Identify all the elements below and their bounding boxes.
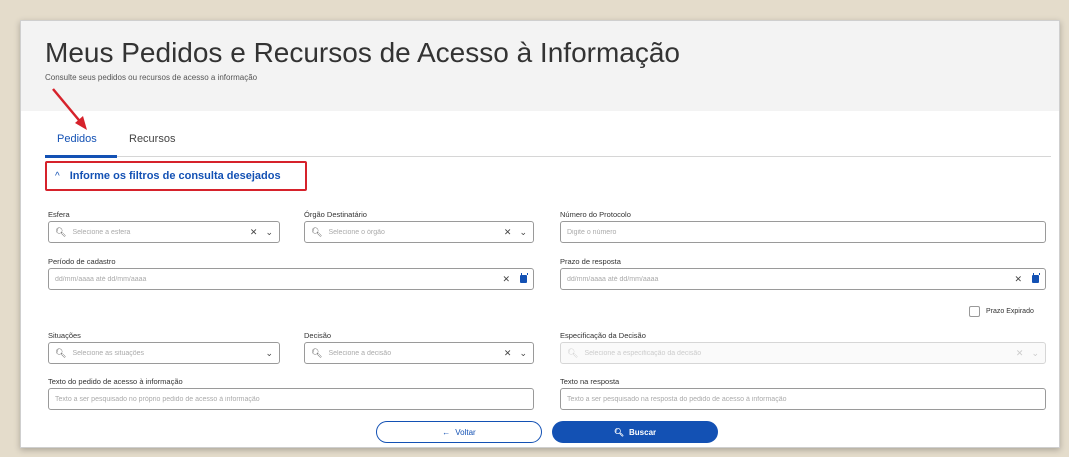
clear-icon[interactable]: ✕ <box>502 274 510 285</box>
active-tab-indicator <box>45 155 117 158</box>
situacoes-select[interactable]: 🔍︎ Selecione as situações ⌄ <box>48 342 280 364</box>
voltar-button-label: Voltar <box>455 427 476 437</box>
prazo-expirado-checkbox[interactable] <box>969 306 980 317</box>
chevron-down-icon: ⌄ <box>1031 347 1039 358</box>
chevron-down-icon[interactable]: ⌄ <box>519 227 527 238</box>
annotation-arrow-icon <box>52 88 87 130</box>
decisao-placeholder: Selecione a decisão <box>328 349 392 357</box>
search-icon: 🔍︎ <box>55 226 67 237</box>
calendar-icon[interactable] <box>1032 273 1040 283</box>
periodo-input[interactable]: dd/mm/aaaa até dd/mm/aaaa ✕ <box>48 268 534 290</box>
texto-pedido-input[interactable]: Texto a ser pesquisado no próprio pedido… <box>48 388 534 410</box>
situacoes-label: Situações <box>48 331 81 340</box>
chevron-down-icon[interactable]: ⌄ <box>265 227 273 238</box>
search-icon: 🔍︎ <box>613 427 625 437</box>
esfera-select[interactable]: 🔍︎ Selecione a esfera ✕ ⌄ <box>48 221 280 243</box>
texto-resposta-input[interactable]: Texto a ser pesquisado na resposta do pe… <box>560 388 1046 410</box>
periodo-label: Período de cadastro <box>48 257 116 266</box>
page-title: Meus Pedidos e Recursos de Acesso à Info… <box>45 37 681 68</box>
esfera-label: Esfera <box>48 210 70 219</box>
buscar-button-label: Buscar <box>629 427 657 437</box>
tab-pedidos[interactable]: Pedidos <box>57 133 97 145</box>
main-panel: Meus Pedidos e Recursos de Acesso à Info… <box>20 20 1060 448</box>
decisao-select[interactable]: 🔍︎ Selecione a decisão ✕ ⌄ <box>304 342 534 364</box>
clear-icon[interactable]: ✕ <box>504 348 512 359</box>
situacoes-placeholder: Selecione as situações <box>72 349 145 357</box>
filters-toggle[interactable]: ^ Informe os filtros de consulta desejad… <box>45 161 307 191</box>
prazo-expirado-label: Prazo Expirado <box>986 308 1034 315</box>
especificacao-placeholder: Selecione a especificação da decisão <box>584 349 702 357</box>
texto-resposta-label: Texto na resposta <box>560 377 620 386</box>
filters-toggle-label: Informe os filtros de consulta desejados <box>69 170 281 182</box>
periodo-placeholder: dd/mm/aaaa até dd/mm/aaaa <box>55 275 147 283</box>
search-icon: 🔍︎ <box>567 347 579 358</box>
search-icon: 🔍︎ <box>311 226 323 237</box>
clear-icon[interactable]: ✕ <box>504 227 512 238</box>
tab-bar: Pedidos Recursos <box>45 129 1051 158</box>
clear-icon[interactable]: ✕ <box>250 227 258 238</box>
texto-pedido-placeholder: Texto a ser pesquisado no próprio pedido… <box>55 395 260 403</box>
prazo-label: Prazo de resposta <box>560 257 621 266</box>
chevron-down-icon[interactable]: ⌄ <box>519 348 527 359</box>
protocolo-placeholder: Digite o número <box>567 228 617 236</box>
buscar-button[interactable]: 🔍︎ Buscar <box>552 421 718 443</box>
arrow-left-icon: ← <box>442 427 451 437</box>
orgao-label: Órgão Destinatário <box>304 210 367 219</box>
voltar-button[interactable]: ← Voltar <box>376 421 542 443</box>
chevron-down-icon[interactable]: ⌄ <box>265 348 273 359</box>
search-icon: 🔍︎ <box>55 347 67 358</box>
texto-resposta-placeholder: Texto a ser pesquisado na resposta do pe… <box>567 395 787 403</box>
search-icon: 🔍︎ <box>311 347 323 358</box>
especificacao-label: Especificação da Decisão <box>560 331 646 340</box>
texto-pedido-label: Texto do pedido de acesso à informação <box>48 377 183 386</box>
especificacao-select[interactable]: 🔍︎ Selecione a especificação da decisão … <box>560 342 1046 364</box>
decisao-label: Decisão <box>304 331 332 340</box>
esfera-placeholder: Selecione a esfera <box>72 228 131 236</box>
prazo-placeholder: dd/mm/aaaa até dd/mm/aaaa <box>567 275 659 283</box>
clear-icon[interactable]: ✕ <box>1014 274 1022 285</box>
tab-recursos[interactable]: Recursos <box>129 133 175 145</box>
page-subtitle: Consulte seus pedidos ou recursos de ace… <box>45 73 258 82</box>
prazo-input[interactable]: dd/mm/aaaa até dd/mm/aaaa ✕ <box>560 268 1046 290</box>
orgao-placeholder: Selecione o órgão <box>328 228 385 236</box>
clear-icon: ✕ <box>1015 347 1024 358</box>
prazo-expirado-checkbox-group[interactable]: Prazo Expirado <box>969 306 1034 317</box>
calendar-icon[interactable] <box>520 273 528 283</box>
chevron-up-icon: ^ <box>55 170 60 182</box>
orgao-select[interactable]: 🔍︎ Selecione o órgão ✕ ⌄ <box>304 221 534 243</box>
protocolo-input[interactable]: Digite o número <box>560 221 1046 243</box>
protocolo-label: Número do Protocolo <box>560 210 631 219</box>
